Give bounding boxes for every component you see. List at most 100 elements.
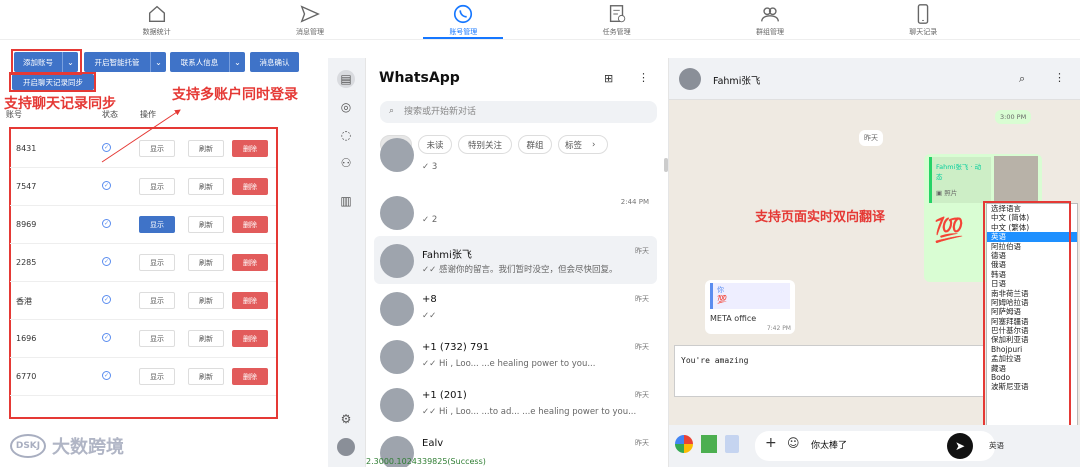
refresh-button[interactable]: 刷新 <box>188 216 224 233</box>
translation-compose-box[interactable]: You're amazing <box>674 345 984 397</box>
chevron-down-icon[interactable]: ⌄ <box>229 52 245 72</box>
chat-preview: ✓✓ 感谢你的留言。我们暂时没空，但会尽快回复。 <box>422 265 618 275</box>
translate-engine-icon[interactable] <box>725 435 739 453</box>
chat-list-item[interactable]: Fahmi张飞 ✓✓ 感谢你的留言。我们暂时没空，但会尽快回复。 昨天 <box>374 236 657 284</box>
chat-name: Ealv <box>422 438 444 449</box>
language-select[interactable]: 英语 <box>989 440 1004 451</box>
message-confirm-button[interactable]: 消息确认 <box>250 52 299 72</box>
show-button[interactable]: 显示 <box>139 216 175 233</box>
nav-task-management[interactable]: 任务管理 <box>577 0 657 39</box>
nav-account-management[interactable]: 账号管理 <box>423 0 504 39</box>
date-separator: 昨天 <box>859 130 883 146</box>
profile-avatar[interactable] <box>337 438 355 456</box>
contact-info-button[interactable]: 联系人信息 ⌄ <box>170 52 245 72</box>
status-icon[interactable]: ◎ <box>337 98 355 116</box>
contact-avatar[interactable] <box>679 68 701 90</box>
nav-data-stats[interactable]: 数据统计 <box>117 0 197 39</box>
col-status: 状态 <box>102 110 118 119</box>
incoming-text: META office <box>710 314 757 323</box>
conversation-header: Fahmi张飞 ⌕ ⋮ <box>669 58 1080 100</box>
smart-hosting-button[interactable]: 开启智能托管 ⌄ <box>84 52 166 72</box>
status-check-icon: ✓ <box>102 257 111 266</box>
watermark-text: 大数跨境 <box>52 437 124 458</box>
incoming-bubble[interactable]: 你 💯 META office 7:42 PM <box>705 280 795 334</box>
plus-icon[interactable]: + <box>765 435 777 451</box>
menu-icon[interactable]: ⋮ <box>638 71 649 84</box>
chevron-right-icon: › <box>592 139 596 150</box>
sticker-icon[interactable]: ☺ <box>787 436 800 450</box>
show-button[interactable]: 显示 <box>139 292 175 309</box>
message-input-bar: 你太棒了 + ☺ ➤ 英语 <box>669 425 1080 467</box>
store-icon[interactable]: ▥ <box>337 192 355 210</box>
chat-list-item[interactable]: +8 ✓✓ 昨天 <box>374 284 657 332</box>
delete-button[interactable]: 删除 <box>232 368 268 385</box>
nav-group-management[interactable]: 群组管理 <box>730 0 810 39</box>
refresh-button[interactable]: 刷新 <box>188 368 224 385</box>
delete-button[interactable]: 删除 <box>232 330 268 347</box>
refresh-button[interactable]: 刷新 <box>188 178 224 195</box>
filter-chip-groups[interactable]: 群组 <box>518 135 552 154</box>
nav-message-management[interactable]: 消息管理 <box>270 0 350 39</box>
new-chat-icon[interactable]: ⊞ <box>604 72 613 85</box>
filter-chip-favorites[interactable]: 特别关注 <box>458 135 512 154</box>
delete-button[interactable]: 删除 <box>232 292 268 309</box>
search-input[interactable]: 搜索或开始新对话 <box>380 101 657 123</box>
contact-avatar <box>380 196 414 230</box>
show-button[interactable]: 显示 <box>139 140 175 157</box>
quoted-label: 你 <box>717 286 724 294</box>
nav-label: 任务管理 <box>602 28 631 36</box>
show-button[interactable]: 显示 <box>139 254 175 271</box>
refresh-button[interactable]: 刷新 <box>188 330 224 347</box>
group-icon <box>761 7 779 22</box>
col-account: 账号 <box>6 110 22 119</box>
chevron-down-icon[interactable]: ⌄ <box>150 52 166 72</box>
show-button[interactable]: 显示 <box>139 178 175 195</box>
show-button[interactable]: 显示 <box>139 368 175 385</box>
channels-icon[interactable]: ◌ <box>337 126 355 144</box>
table-row: 2285 ✓ 显示 刷新 删除 <box>10 244 276 282</box>
translate-engine-icon[interactable] <box>675 435 693 453</box>
filter-chip-labels[interactable]: 标签 › <box>558 135 608 154</box>
chat-preview: ✓ 2 <box>422 215 438 225</box>
nav-label: 聊天记录 <box>909 28 938 36</box>
chat-list-item[interactable]: +1 (732) 791 ✓✓ Hi , Loo... ...e healing… <box>374 332 657 380</box>
menu-icon[interactable]: ⋮ <box>1054 71 1065 84</box>
account-id: 7547 <box>16 182 37 191</box>
delete-button[interactable]: 删除 <box>232 254 268 271</box>
chat-list-item[interactable]: ✓ 2 2:44 PM <box>374 188 657 236</box>
send-icon[interactable]: ➤ <box>947 433 973 459</box>
nav-label: 账号管理 <box>449 28 478 36</box>
chats-icon[interactable]: ▤ <box>337 70 355 88</box>
message-time: 3:00 PM <box>995 110 1032 124</box>
table-row: 6770 ✓ 显示 刷新 删除 <box>10 358 276 396</box>
app-title: WhatsApp <box>379 70 460 86</box>
refresh-button[interactable]: 刷新 <box>188 292 224 309</box>
search-icon[interactable]: ⌕ <box>1019 72 1025 86</box>
translate-engine-icon[interactable] <box>701 435 717 453</box>
chat-time: 昨天 <box>635 295 649 303</box>
refresh-button[interactable]: 刷新 <box>188 140 224 157</box>
watermark-logo: DSKJ <box>10 434 46 458</box>
search-icon: ⌕ <box>389 106 395 116</box>
status-thumbnail <box>994 156 1038 202</box>
communities-icon[interactable]: ⚇ <box>337 154 355 172</box>
highlight-box <box>9 72 96 92</box>
nav-chat-records[interactable]: 聊天记录 <box>883 0 963 39</box>
show-button[interactable]: 显示 <box>139 330 175 347</box>
refresh-button[interactable]: 刷新 <box>188 254 224 271</box>
contact-avatar <box>380 138 414 172</box>
send-icon <box>300 5 320 23</box>
scrollbar[interactable] <box>664 158 668 172</box>
delete-button[interactable]: 删除 <box>232 178 268 195</box>
chat-preview: ✓✓ <box>422 311 437 321</box>
delete-button[interactable]: 删除 <box>232 140 268 157</box>
chat-list-item[interactable]: +1 (201) ✓✓ Hi , Loo... ...to ad... ...e… <box>374 380 657 428</box>
highlight-box <box>983 201 1071 430</box>
status-check-icon: ✓ <box>102 143 111 152</box>
settings-icon[interactable]: ⚙ <box>337 410 355 428</box>
contact-name[interactable]: Fahmi张飞 <box>713 73 760 87</box>
watermark: DSKJ 大数跨境 <box>10 433 124 459</box>
filter-chip-unread[interactable]: 未读 <box>418 135 452 154</box>
delete-button[interactable]: 删除 <box>232 216 268 233</box>
contact-avatar <box>380 292 414 326</box>
